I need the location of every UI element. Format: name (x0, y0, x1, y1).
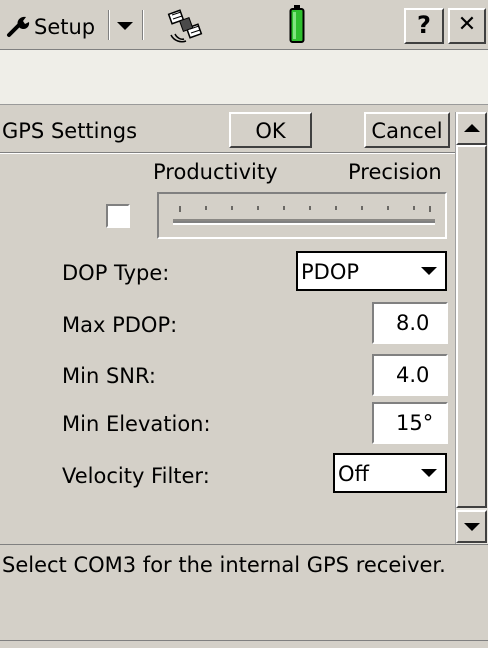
max-pdop-value: 8.0 (396, 311, 430, 335)
cancel-button[interactable]: Cancel (364, 112, 450, 148)
command-bar: Setup ? ✕ (0, 0, 488, 50)
close-button[interactable]: ✕ (448, 8, 486, 44)
min-elevation-value: 15° (396, 411, 434, 435)
velocity-filter-select[interactable]: Off (333, 453, 447, 493)
close-icon: ✕ (457, 12, 477, 37)
satellite-icon[interactable] (166, 8, 206, 44)
chevron-down-icon (421, 267, 437, 275)
toolbar-separator (142, 10, 144, 40)
velocity-filter-label: Velocity Filter: (62, 464, 210, 488)
dop-type-label: DOP Type: (62, 261, 170, 285)
min-snr-value: 4.0 (396, 363, 430, 387)
ok-label: OK (255, 119, 286, 143)
status-band (0, 50, 488, 105)
chevron-down-icon (421, 469, 437, 477)
scroll-thumb[interactable] (456, 145, 487, 508)
wrench-icon (7, 16, 30, 37)
arrow-up-icon (464, 124, 480, 132)
vertical-scrollbar[interactable] (455, 112, 488, 544)
slider-left-label: Productivity (153, 160, 278, 184)
help-button[interactable]: ? (404, 8, 444, 44)
scroll-up-button[interactable] (456, 112, 487, 145)
toolbar-separator (108, 10, 110, 40)
min-elevation-label: Min Elevation: (62, 412, 211, 436)
setup-menu-button[interactable]: Setup (4, 8, 105, 44)
form-title: GPS Settings (2, 119, 138, 143)
setup-label: Setup (34, 15, 96, 39)
setup-dropdown-button[interactable] (114, 14, 136, 36)
max-pdop-field[interactable]: 8.0 (372, 302, 448, 344)
help-icon: ? (417, 11, 431, 39)
velocity-filter-value: Off (338, 462, 369, 486)
slider-right-label: Precision (348, 160, 442, 184)
ok-button[interactable]: OK (229, 112, 312, 148)
min-snr-field[interactable]: 4.0 (372, 354, 448, 396)
battery-icon (289, 5, 305, 43)
dop-type-value: PDOP (301, 260, 360, 284)
min-elevation-field[interactable]: 15° (372, 402, 448, 444)
max-pdop-label: Max PDOP: (62, 313, 178, 337)
slider-ticks (173, 206, 435, 225)
auto-settings-checkbox[interactable] (106, 204, 130, 228)
chevron-down-icon (117, 22, 133, 30)
scroll-down-button[interactable] (456, 510, 487, 543)
min-snr-label: Min SNR: (62, 364, 156, 388)
productivity-precision-slider[interactable] (157, 192, 447, 239)
help-message-area: Select COM3 for the internal GPS receive… (0, 544, 488, 640)
help-message-text: Select COM3 for the internal GPS receive… (2, 553, 446, 577)
bottom-bar (0, 640, 488, 648)
header-divider (0, 152, 455, 154)
dop-type-select[interactable]: PDOP (296, 251, 447, 291)
cancel-label: Cancel (371, 119, 443, 143)
arrow-down-icon (464, 523, 480, 531)
